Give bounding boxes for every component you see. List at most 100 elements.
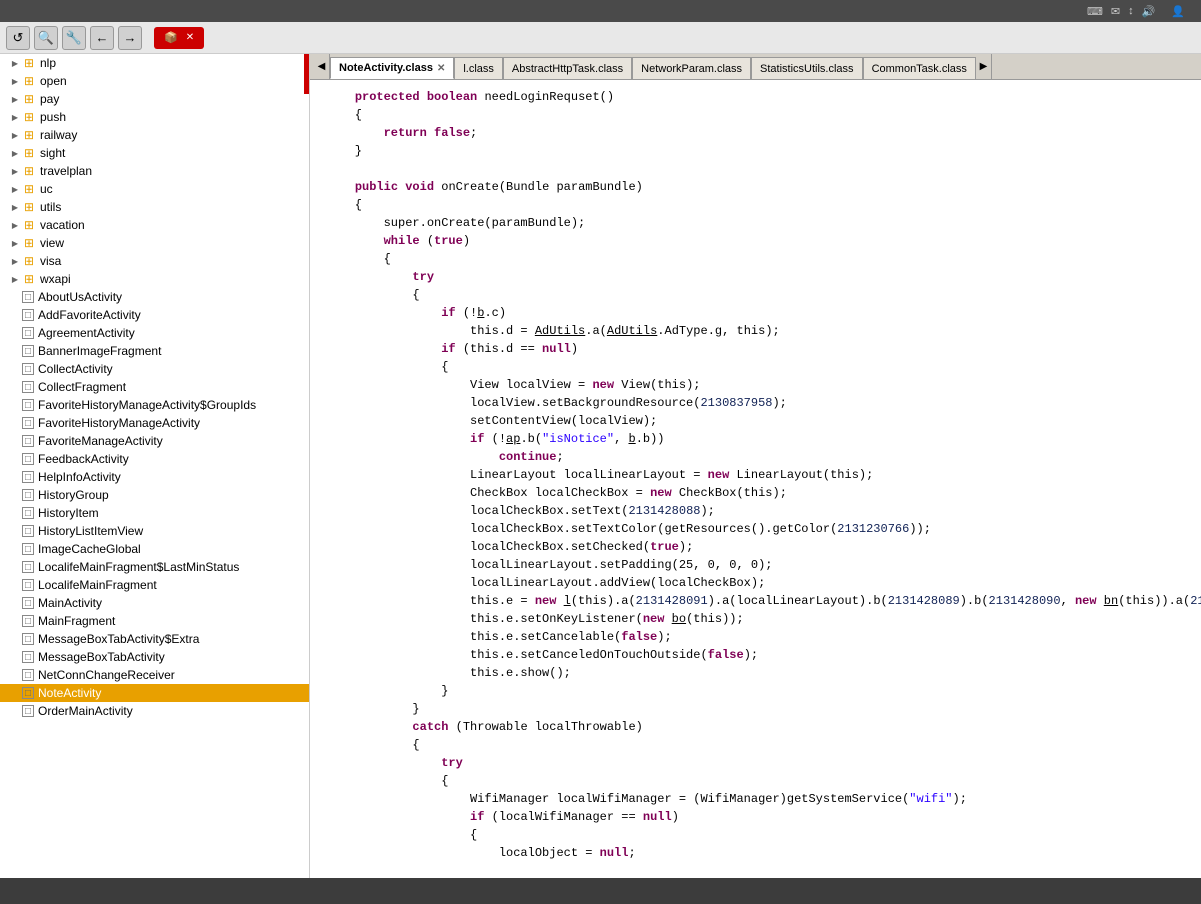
folder-icon: ⊞ (22, 56, 36, 70)
tree-arrow: ▶ (8, 56, 22, 70)
sidebar-item-HelpInfoActivity[interactable]: □HelpInfoActivity (0, 468, 309, 486)
java-file-icon: □ (22, 417, 34, 429)
sidebar-item-label: vacation (40, 218, 85, 232)
sidebar-item-HistoryItem[interactable]: □HistoryItem (0, 504, 309, 522)
sidebar-item-sight[interactable]: ▶⊞sight (0, 144, 309, 162)
folder-icon: ⊞ (22, 128, 36, 142)
code-line: { (310, 826, 1201, 844)
sidebar-item-travelplan[interactable]: ▶⊞travelplan (0, 162, 309, 180)
refresh-button[interactable]: ↺ (6, 26, 30, 50)
tree-arrow (8, 542, 22, 556)
sidebar-item-FavoriteHistoryManageActivity[interactable]: □FavoriteHistoryManageActivity (0, 414, 309, 432)
sidebar-item-railway[interactable]: ▶⊞railway (0, 126, 309, 144)
wrench-button[interactable]: 🔧 (62, 26, 86, 50)
sidebar-item-AgreementActivity[interactable]: □AgreementActivity (0, 324, 309, 342)
java-file-icon: □ (22, 399, 34, 411)
sidebar-item-label: AddFavoriteActivity (38, 308, 141, 322)
sidebar-item-LocalifeMainFragment-LastMinStatus[interactable]: □LocalifeMainFragment$LastMinStatus (0, 558, 309, 576)
code-line: { (310, 736, 1201, 754)
sidebar-item-label: pay (40, 92, 59, 106)
sidebar-item-visa[interactable]: ▶⊞visa (0, 252, 309, 270)
sidebar-item-nlp[interactable]: ▶⊞nlp (0, 54, 309, 72)
sidebar-item-CollectActivity[interactable]: □CollectActivity (0, 360, 309, 378)
code-panel: ◀ NoteActivity.class ✕ l.class AbstractHttp… (310, 54, 1201, 878)
code-line: localLinearLayout.setPadding(25, 0, 0, 0… (310, 556, 1201, 574)
sidebar-item-utils[interactable]: ▶⊞utils (0, 198, 309, 216)
sidebar-item-HistoryListItemView[interactable]: □HistoryListItemView (0, 522, 309, 540)
tree-arrow (8, 416, 22, 430)
sidebar-item-label: AboutUsActivity (38, 290, 122, 304)
sidebar-item-FavoriteHistoryManageActivity-GroupIds[interactable]: □FavoriteHistoryManageActivity$GroupIds (0, 396, 309, 414)
sidebar-item-NoteActivity[interactable]: □NoteActivity (0, 684, 309, 702)
file-tab-AbstractHttpTask-class[interactable]: AbstractHttpTask.class (503, 57, 632, 79)
java-file-icon: □ (22, 489, 34, 501)
tab-scroll-left[interactable]: ◀ (314, 54, 330, 79)
forward-button[interactable]: → (118, 26, 142, 50)
sidebar[interactable]: ▶⊞nlp▶⊞open▶⊞pay▶⊞push▶⊞railway▶⊞sight▶⊞… (0, 54, 310, 878)
sidebar-item-open[interactable]: ▶⊞open (0, 72, 309, 90)
back-button[interactable]: ← (90, 26, 114, 50)
sidebar-item-MessageBoxTabActivity[interactable]: □MessageBoxTabActivity (0, 648, 309, 666)
sidebar-item-label: HistoryItem (38, 506, 99, 520)
code-line: localLinearLayout.addView(localCheckBox)… (310, 574, 1201, 592)
java-file-icon: □ (22, 435, 34, 447)
java-file-icon: □ (22, 525, 34, 537)
code-line: try (310, 268, 1201, 286)
code-line: catch (Throwable localThrowable) (310, 718, 1201, 736)
tab-scroll-right[interactable]: ▶ (976, 54, 992, 79)
sidebar-item-MainFragment[interactable]: □MainFragment (0, 612, 309, 630)
tree-arrow (8, 488, 22, 502)
sidebar-item-uc[interactable]: ▶⊞uc (0, 180, 309, 198)
sidebar-item-MainActivity[interactable]: □MainActivity (0, 594, 309, 612)
file-tab-NoteActivity-class[interactable]: NoteActivity.class ✕ (330, 57, 454, 79)
keyboard-icon: ⌨ (1087, 5, 1103, 18)
file-tab-CommonTask-class[interactable]: CommonTask.class (863, 57, 976, 79)
folder-icon: ⊞ (22, 200, 36, 214)
sidebar-item-HistoryGroup[interactable]: □HistoryGroup (0, 486, 309, 504)
sidebar-item-view[interactable]: ▶⊞view (0, 234, 309, 252)
code-editor[interactable]: protected boolean needLoginRequset() { r… (310, 80, 1201, 878)
toolbar: ↺ 🔍 🔧 ← → 📦 ✕ (0, 22, 1201, 54)
sidebar-item-MessageBoxTabActivity-Extra[interactable]: □MessageBoxTabActivity$Extra (0, 630, 309, 648)
tree-arrow (8, 434, 22, 448)
tab-close-button[interactable]: ✕ (437, 63, 445, 74)
sidebar-item-AddFavoriteActivity[interactable]: □AddFavoriteActivity (0, 306, 309, 324)
sidebar-item-ImageCacheGlobal[interactable]: □ImageCacheGlobal (0, 540, 309, 558)
code-line: { (310, 286, 1201, 304)
sidebar-item-LocalifeMainFragment[interactable]: □LocalifeMainFragment (0, 576, 309, 594)
sidebar-item-CollectFragment[interactable]: □CollectFragment (0, 378, 309, 396)
file-tab-NetworkParam-class[interactable]: NetworkParam.class (632, 57, 751, 79)
file-tab-l-class[interactable]: l.class (454, 57, 503, 79)
sidebar-item-FavoriteManageActivity[interactable]: □FavoriteManageActivity (0, 432, 309, 450)
sidebar-item-FeedbackActivity[interactable]: □FeedbackActivity (0, 450, 309, 468)
tree-arrow: ▶ (8, 146, 22, 160)
code-line: } (310, 142, 1201, 160)
code-line: this.e.show(); (310, 664, 1201, 682)
file-tab-label: NoteActivity.class (339, 62, 433, 74)
sidebar-item-pay[interactable]: ▶⊞pay (0, 90, 309, 108)
jar-tab[interactable]: 📦 ✕ (154, 27, 204, 49)
folder-icon: ⊞ (22, 74, 36, 88)
sidebar-item-BannerImageFragment[interactable]: □BannerImageFragment (0, 342, 309, 360)
code-line: continue; (310, 448, 1201, 466)
sidebar-item-wxapi[interactable]: ▶⊞wxapi (0, 270, 309, 288)
sidebar-item-vacation[interactable]: ▶⊞vacation (0, 216, 309, 234)
tree-arrow (8, 596, 22, 610)
sidebar-item-AboutUsActivity[interactable]: □AboutUsActivity (0, 288, 309, 306)
jar-close[interactable]: ✕ (186, 32, 194, 43)
folder-icon: ⊞ (22, 182, 36, 196)
sidebar-item-OrderMainActivity[interactable]: □OrderMainActivity (0, 702, 309, 720)
file-tab-StatisticsUtils-class[interactable]: StatisticsUtils.class (751, 57, 863, 79)
code-line: super.onCreate(paramBundle); (310, 214, 1201, 232)
java-file-icon: □ (22, 579, 34, 591)
code-line: return false; (310, 124, 1201, 142)
email-icon: ✉ (1111, 5, 1120, 18)
sidebar-item-label: ImageCacheGlobal (38, 542, 141, 556)
java-file-icon: □ (22, 705, 34, 717)
sidebar-item-push[interactable]: ▶⊞push (0, 108, 309, 126)
search-button[interactable]: 🔍 (34, 26, 58, 50)
sidebar-item-NetConnChangeReceiver[interactable]: □NetConnChangeReceiver (0, 666, 309, 684)
file-tab-label: AbstractHttpTask.class (512, 63, 623, 75)
scroll-thumb (304, 54, 309, 94)
java-file-icon: □ (22, 363, 34, 375)
